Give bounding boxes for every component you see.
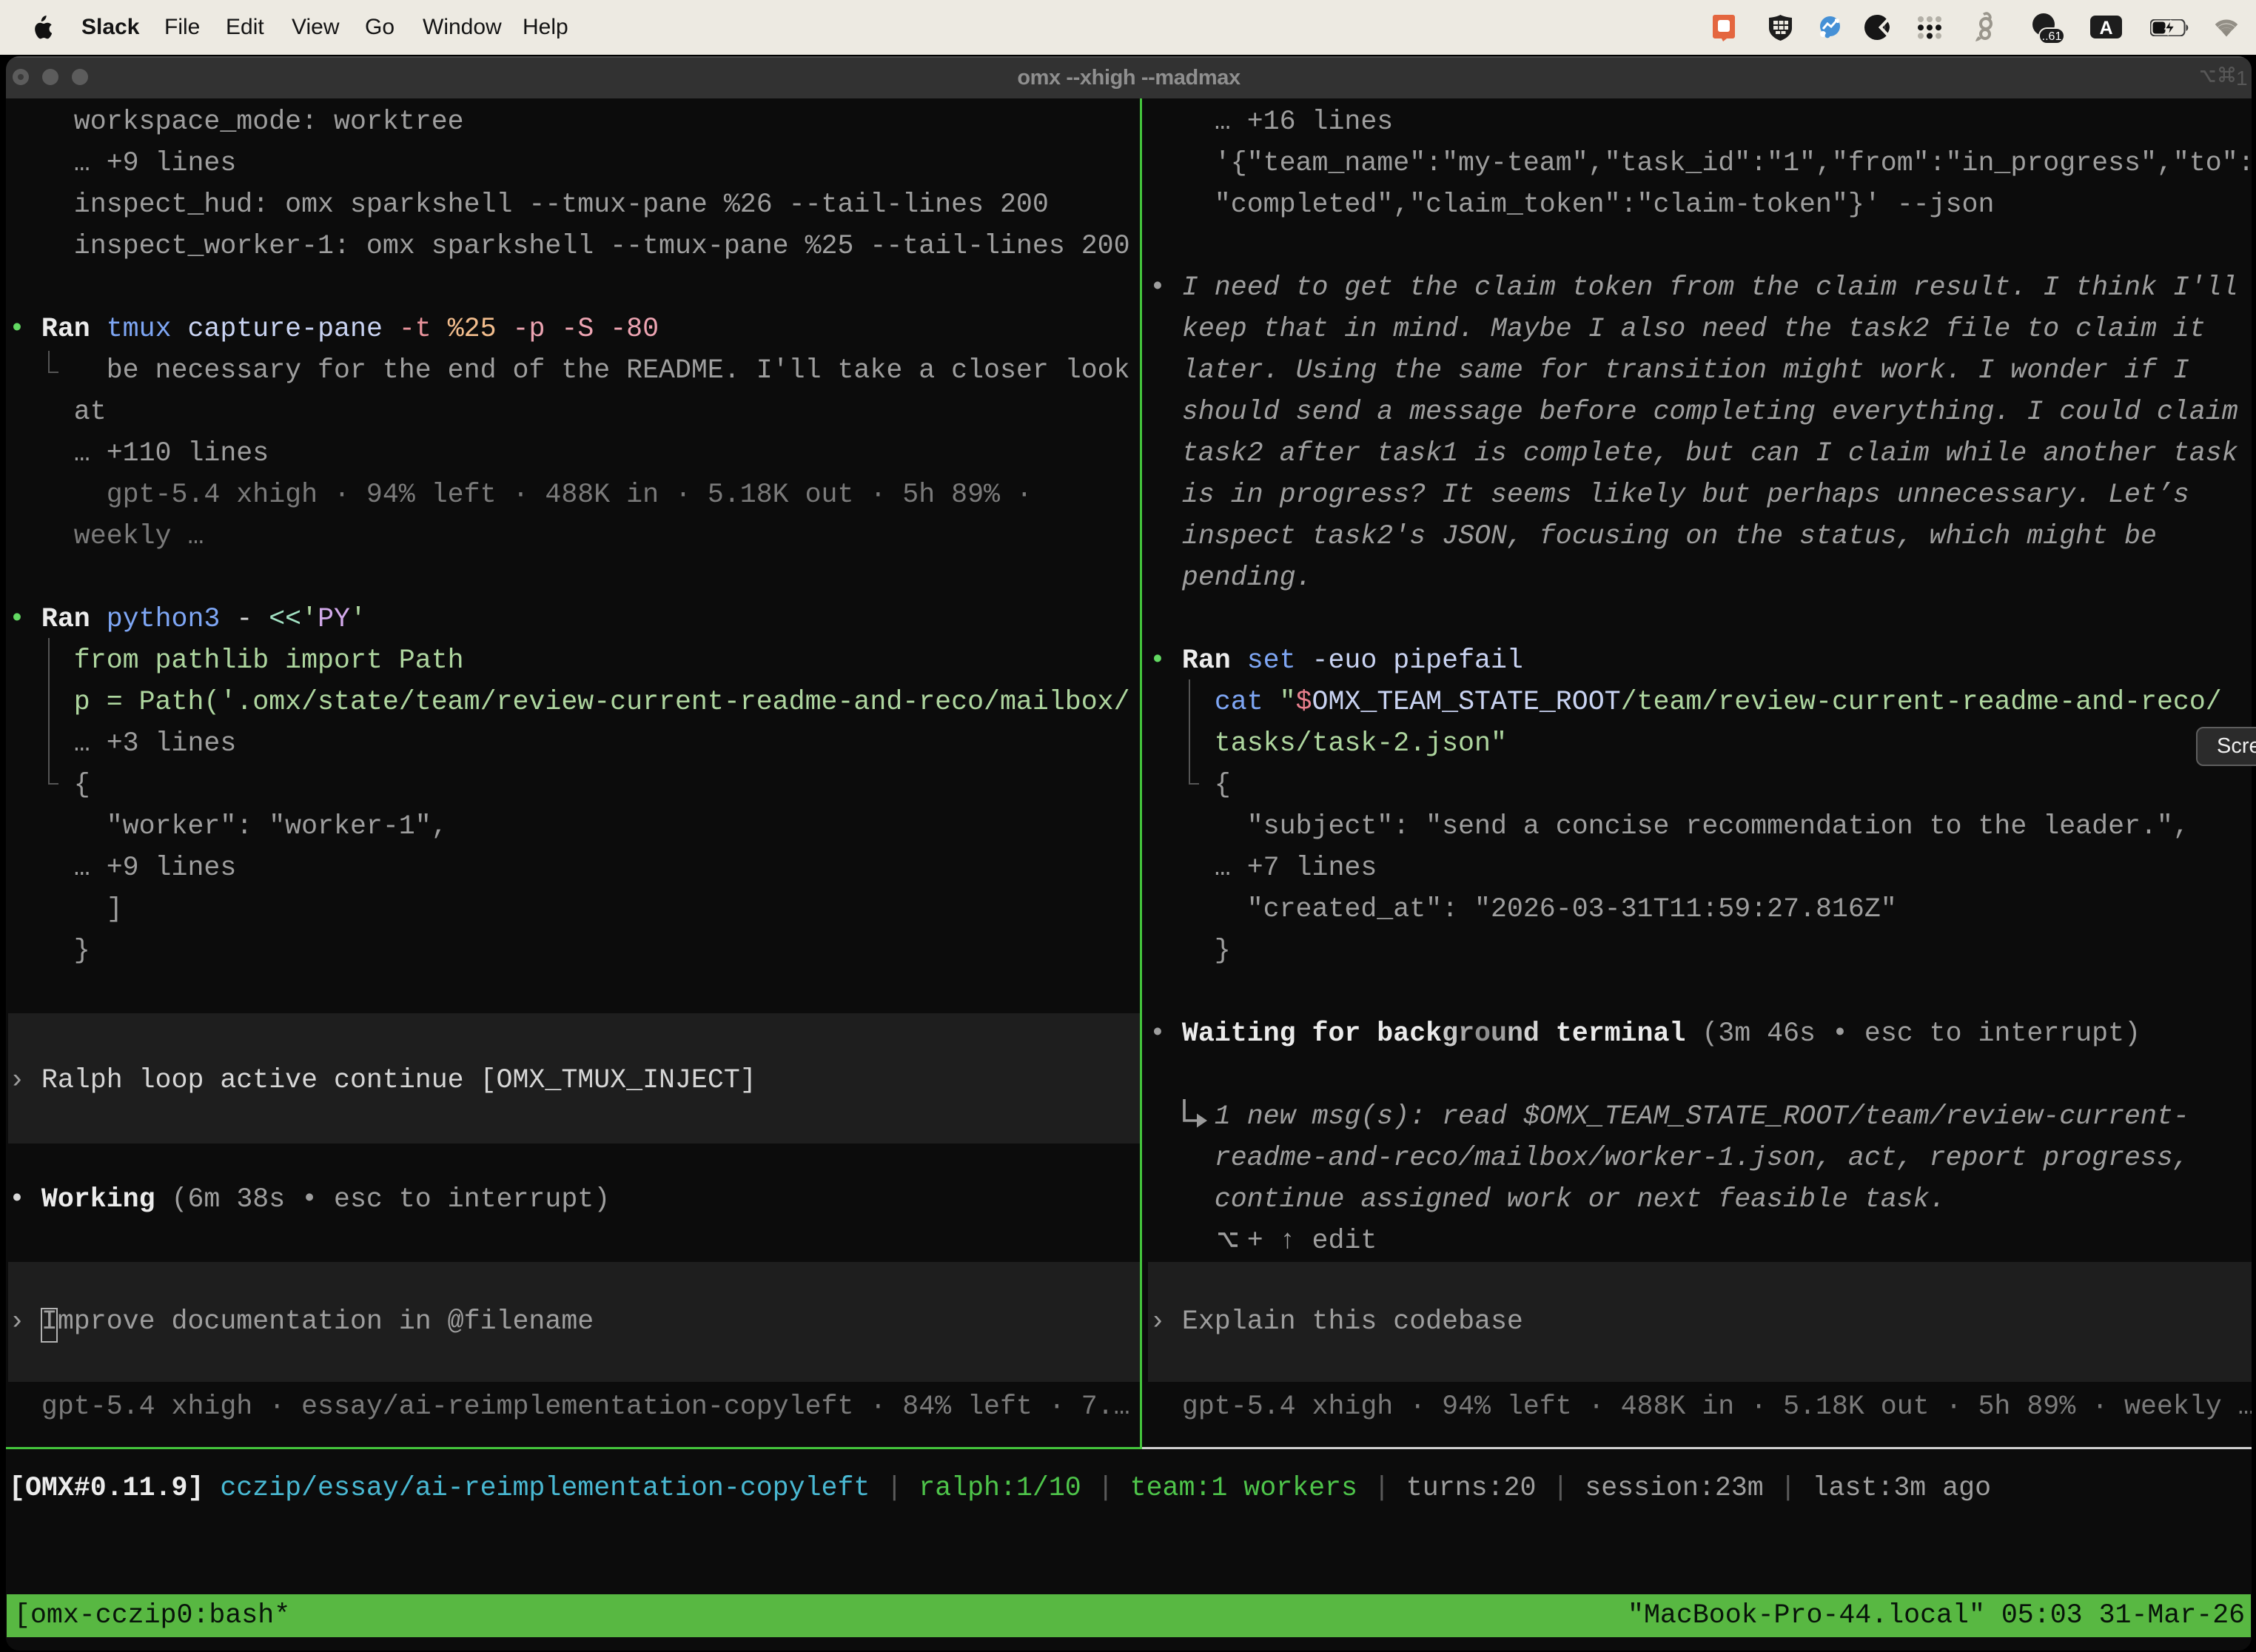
svg-text:A: A <box>2099 18 2112 38</box>
svg-text:..61: ..61 <box>2042 30 2062 43</box>
